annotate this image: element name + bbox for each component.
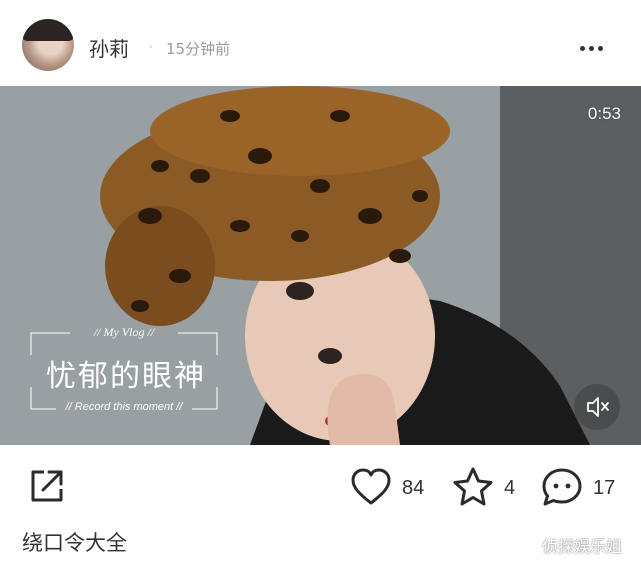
video-title-overlay: // My Vlog // 忧郁的眼神 // Record this momen… <box>30 325 218 416</box>
overlay-bottom-text: // Record this moment // <box>65 401 183 413</box>
favorite-button[interactable] <box>451 466 495 508</box>
post-header: 孙莉 · 15分钟前 <box>0 0 641 86</box>
comment-count: 17 <box>593 477 616 499</box>
star-icon <box>453 467 493 506</box>
comment-icon <box>542 468 582 506</box>
overlay-top-text: // My Vlog // <box>93 325 155 339</box>
like-count: 84 <box>402 477 425 499</box>
overlay-main-text: 忧郁的眼神 <box>46 359 206 394</box>
username[interactable]: 孙莉 <box>89 33 129 62</box>
avatar[interactable] <box>22 19 74 71</box>
share-icon <box>31 470 63 502</box>
like-button[interactable] <box>350 467 392 507</box>
share-button[interactable] <box>27 466 67 506</box>
post-caption: 绕口令大全 <box>22 531 127 555</box>
video-duration: 0:53 <box>587 104 621 123</box>
more-dots-icon[interactable] <box>580 36 608 54</box>
watermark: 侦探娱乐姐 <box>542 537 623 556</box>
favorite-count: 4 <box>504 477 516 499</box>
heart-icon <box>351 468 391 505</box>
post-time: 15分钟前 <box>166 40 231 58</box>
speaker-muted-icon <box>587 397 609 417</box>
comment-button[interactable] <box>540 466 584 508</box>
separator-dot: · <box>149 40 153 54</box>
mute-button[interactable] <box>574 384 620 430</box>
